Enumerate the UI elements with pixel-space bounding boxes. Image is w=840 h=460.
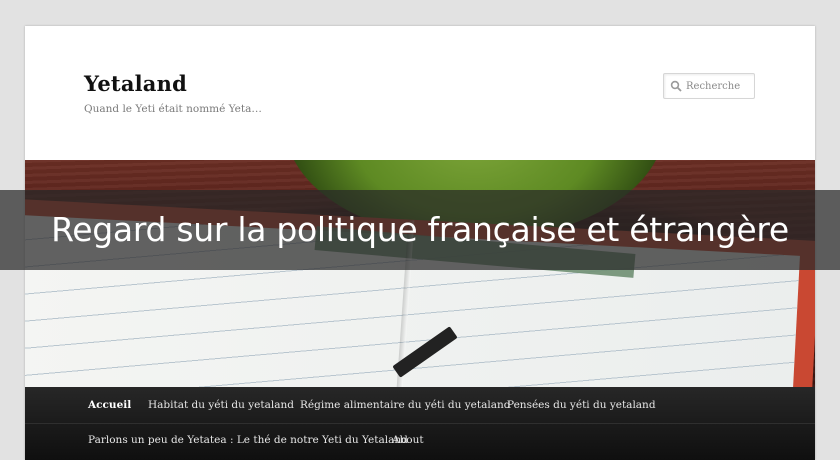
main-navigation: Accueil Habitat du yéti du yetaland Régi… bbox=[25, 387, 815, 460]
magnifier-icon bbox=[670, 80, 682, 92]
nav-item-yetatea[interactable]: Parlons un peu de Yetatea : Le thé de no… bbox=[88, 434, 408, 446]
title-banner: Regard sur la politique française et étr… bbox=[0, 190, 840, 270]
site-title[interactable]: Yetaland bbox=[84, 71, 187, 96]
nav-item-pensees[interactable]: Pensées du yéti du yetaland bbox=[507, 399, 656, 411]
nav-item-accueil[interactable]: Accueil bbox=[88, 399, 131, 411]
search-input[interactable] bbox=[686, 77, 752, 95]
nav-divider bbox=[25, 423, 815, 424]
search-box[interactable] bbox=[663, 73, 755, 99]
nav-item-regime[interactable]: Régime alimentaire du yéti du yetaland bbox=[300, 399, 510, 411]
nav-item-about[interactable]: About bbox=[392, 434, 424, 446]
banner-title: Regard sur la politique française et étr… bbox=[51, 210, 789, 249]
site-description: Quand le Yeti était nommé Yeta… bbox=[84, 103, 262, 115]
nav-item-habitat[interactable]: Habitat du yéti du yetaland bbox=[148, 399, 294, 411]
